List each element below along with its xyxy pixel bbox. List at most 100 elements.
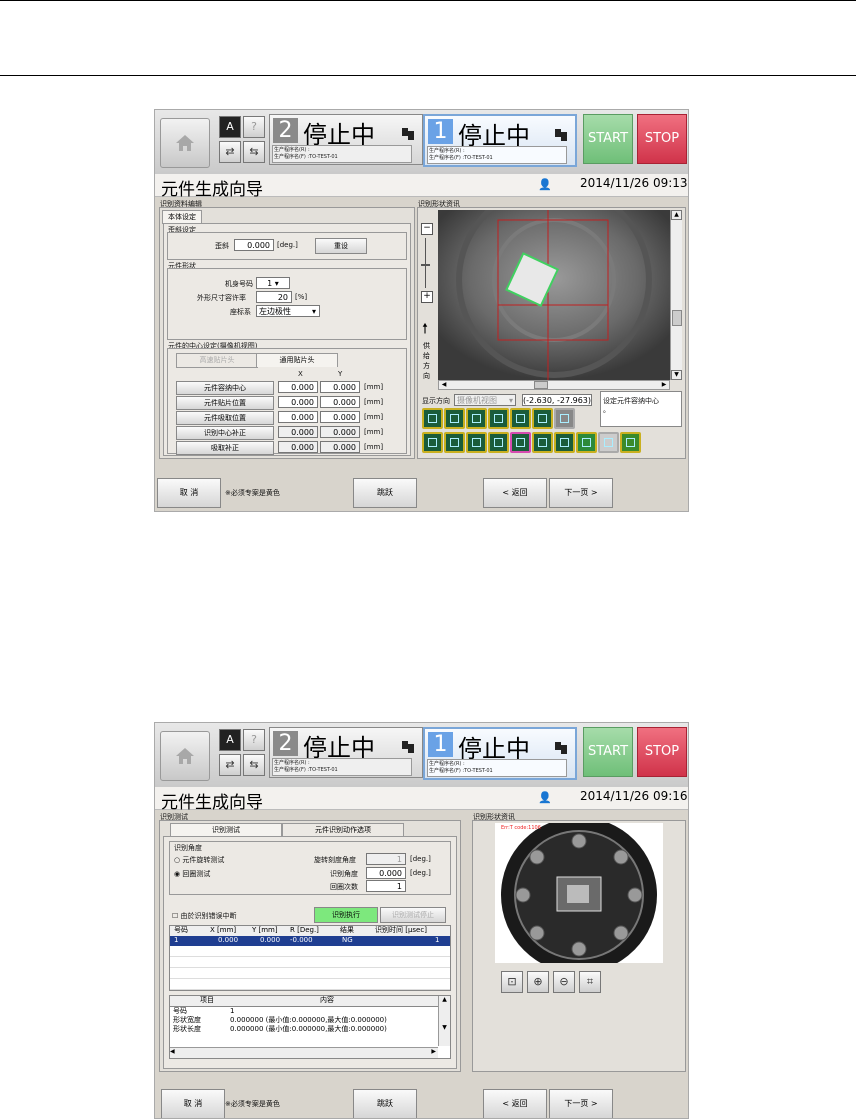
zoom-out-icon[interactable]: ⊖ [553, 971, 575, 993]
delete-icon[interactable] [620, 432, 641, 453]
scroll-right-icon[interactable]: ▶ [659, 381, 669, 389]
next-button[interactable]: 下一页 > [549, 1089, 613, 1118]
tool-pick-icon[interactable] [532, 408, 553, 429]
help-icon[interactable]: ? [243, 729, 265, 751]
center-row-x[interactable]: 0.000 [278, 441, 318, 453]
body-number-select[interactable]: 1 ▾ [256, 277, 290, 289]
zoom-in-icon[interactable]: ⊕ [527, 971, 549, 993]
feeder-icon[interactable]: ⇆ [243, 754, 265, 776]
center-row-label[interactable]: 识别中心补正 [176, 426, 274, 440]
center-row-label[interactable]: 元件贴片位置 [176, 396, 274, 410]
reset-button[interactable]: 重设 [315, 238, 367, 254]
execute-button[interactable]: 识别执行 [314, 907, 378, 923]
rewind-icon[interactable] [576, 432, 597, 453]
coord-select[interactable]: 左边极性 ▾ [256, 305, 320, 317]
horizontal-scrollbar[interactable]: ◀ ▶ [438, 380, 670, 390]
table-row[interactable]: 1 0.000 0.000 -0.000 NG 1 [170, 936, 450, 946]
back-button[interactable]: < 返回 [483, 1089, 547, 1118]
tab-body-settings[interactable]: 本体设定 [162, 210, 202, 224]
start-button[interactable]: START [583, 727, 633, 777]
tool-area-icon[interactable] [488, 432, 509, 453]
start-button[interactable]: START [583, 114, 633, 164]
tool-circle-icon[interactable] [444, 432, 465, 453]
fit-image-icon[interactable]: ⊡ [501, 971, 523, 993]
tool-node-icon[interactable] [466, 432, 487, 453]
radio-rotate[interactable]: ○ 元件旋转测试 [174, 855, 224, 865]
station-1-status[interactable]: 1 停止中 生产程序名(R) : 生产程序名(F) :TO-TEST-01 [423, 727, 577, 780]
center-row-y[interactable]: 0.000 [320, 441, 360, 453]
tool-move-icon[interactable] [466, 408, 487, 429]
rot-input[interactable]: 1 [366, 853, 406, 865]
tool-resize-icon[interactable] [488, 408, 509, 429]
zoom-slider[interactable] [425, 238, 426, 288]
stop-button[interactable]: STOP [637, 114, 687, 164]
station-2-status[interactable]: 2 停止中 生产程序名(R) : 生产程序名(F) :TO-TEST-01 [269, 727, 423, 778]
home-button[interactable] [160, 118, 210, 168]
zoom-in-button[interactable]: + [421, 291, 433, 303]
tool-center-v-icon[interactable] [532, 432, 553, 453]
scroll-left-icon[interactable]: ◀ [439, 381, 449, 389]
center-row-y[interactable]: 0.000 [320, 396, 360, 408]
expand-icon[interactable]: ⌗ [579, 971, 601, 993]
detail-vscroll[interactable]: ▲ ▼ [438, 996, 450, 1046]
tool-center-icon[interactable] [510, 432, 531, 453]
skip-button[interactable]: 跳跃 [353, 478, 417, 508]
center-row-y[interactable]: 0.000 [320, 411, 360, 423]
scroll-up-icon[interactable]: ▲ [671, 210, 682, 220]
station-icon[interactable]: ⇄ [219, 754, 241, 776]
tolerance-input[interactable]: 20 [256, 291, 292, 303]
display-direction-select[interactable]: 摄像机视图 ▾ [454, 394, 516, 406]
tool-lead-icon[interactable] [444, 408, 465, 429]
zoom-slider-thumb[interactable] [421, 264, 430, 266]
tool-body-icon[interactable] [422, 432, 443, 453]
center-row-label[interactable]: 吸取补正 [176, 441, 274, 455]
center-row-label[interactable]: 元件吸取位置 [176, 411, 274, 425]
center-row-x[interactable]: 0.000 [278, 411, 318, 423]
tab-content: 识别角度 ○ 元件旋转测试 ◉ 回圈测试 旋转刻度角度 1 [deg.] 识别角… [163, 836, 457, 1069]
forward-icon[interactable] [598, 432, 619, 453]
tool-disabled-icon[interactable] [554, 408, 575, 429]
cancel-button[interactable]: 取 消 [157, 478, 221, 508]
station-1-prog-r: 生产程序名(R) : [429, 148, 465, 154]
cancel-button[interactable]: 取 消 [161, 1089, 225, 1118]
hscroll-thumb[interactable] [534, 381, 548, 389]
tab-general-head[interactable]: 通用贴片头 [256, 353, 338, 367]
tool-center-h-icon[interactable] [554, 432, 575, 453]
tool-rotate-icon[interactable] [510, 408, 531, 429]
tab-highspeed-head[interactable]: 高速贴片头 [176, 353, 258, 368]
camera-view[interactable] [438, 210, 670, 380]
center-row-label[interactable]: 元件容纳中心 [176, 381, 274, 395]
interrupt-checkbox[interactable]: ☐ 由於识别错误中断 [172, 911, 237, 921]
angle-input[interactable]: 0.000 [366, 867, 406, 879]
center-row-x[interactable]: 0.000 [278, 426, 318, 438]
radio-repeat[interactable]: ◉ 回圈测试 [174, 869, 210, 879]
vertical-scrollbar[interactable]: ▲ ▼ [670, 210, 682, 380]
feeder-icon[interactable]: ⇆ [243, 141, 265, 163]
station-icon[interactable]: ⇄ [219, 141, 241, 163]
stop-test-button[interactable]: 识别测试停止 [380, 907, 446, 923]
stop-button[interactable]: STOP [637, 727, 687, 777]
station-2-status[interactable]: 2 停止中 生产程序名(R) : 生产程序名(F) :TO-TEST-01 [269, 114, 423, 165]
scroll-down-icon[interactable]: ▼ [671, 370, 682, 380]
center-row-y[interactable]: 0.000 [320, 381, 360, 393]
help-icon[interactable]: ? [243, 116, 265, 138]
zoom-out-button[interactable]: − [421, 223, 433, 235]
center-row-y[interactable]: 0.000 [320, 426, 360, 438]
center-row-x[interactable]: 0.000 [278, 381, 318, 393]
set-center-box: 设定元件容纳中心 。 [600, 391, 682, 427]
home-button[interactable] [160, 731, 210, 781]
detail-hscroll[interactable]: ◀ ▶ [170, 1047, 438, 1058]
loop-input[interactable]: 1 [366, 880, 406, 892]
camera-view[interactable]: Err:T code:1106 [495, 823, 663, 963]
station-1-status[interactable]: 1 停止中 生产程序名(R) : 生产程序名(F) :TO-TEST-01 [423, 114, 577, 167]
tool-frame-icon[interactable] [422, 408, 443, 429]
scroll-thumb[interactable] [672, 310, 682, 326]
tilt-input[interactable]: 0.000 [234, 239, 274, 251]
next-button[interactable]: 下一页 > [549, 478, 613, 508]
keyboard-a-icon[interactable]: A [219, 116, 241, 138]
keyboard-a-icon[interactable]: A [219, 729, 241, 751]
tab-recognition-test[interactable]: 识别测试 [170, 823, 282, 837]
skip-button[interactable]: 跳跃 [353, 1089, 417, 1118]
center-row-x[interactable]: 0.000 [278, 396, 318, 408]
back-button[interactable]: < 返回 [483, 478, 547, 508]
